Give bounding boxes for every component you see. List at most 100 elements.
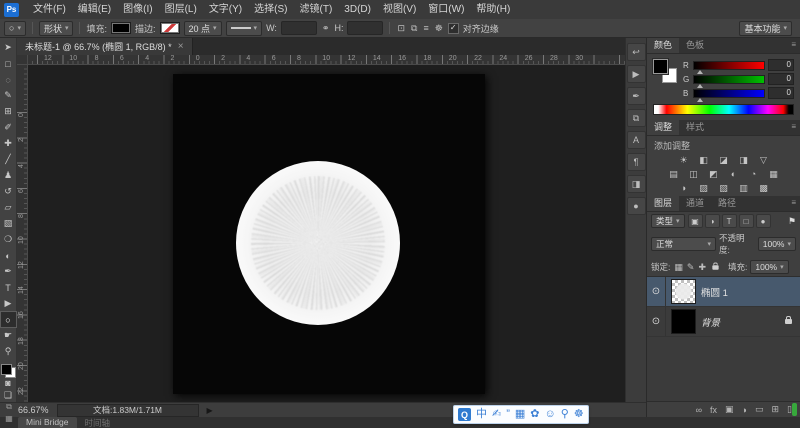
menu-image[interactable]: 图像(I)	[117, 0, 158, 19]
zoom-level-field[interactable]: 66.67%	[18, 405, 49, 415]
stroke-width-select[interactable]: 20 点 ▾	[183, 20, 222, 36]
fill-swatch[interactable]	[111, 22, 131, 34]
stroke-style-select[interactable]: ▾	[225, 20, 263, 36]
lock-all-icon[interactable]	[712, 262, 719, 270]
menu-window[interactable]: 窗口(W)	[422, 0, 470, 19]
new-adjustment-layer-icon[interactable]: ◑	[742, 405, 747, 415]
path-selection-tool[interactable]: ▶	[1, 296, 16, 311]
visibility-cell[interactable]: ⊙	[647, 277, 666, 306]
new-layer-icon[interactable]: ⊞	[772, 404, 780, 415]
tool-mode-select[interactable]: 形状 ▾	[38, 20, 74, 36]
menu-view[interactable]: 视图(V)	[377, 0, 422, 19]
filter-adjustment-layers-icon[interactable]: ◑	[704, 214, 720, 228]
slider-thumb-icon[interactable]	[697, 68, 703, 74]
tab-swatches[interactable]: 色板	[679, 38, 711, 53]
menu-help[interactable]: 帮助(H)	[470, 0, 516, 19]
gear-icon[interactable]: ☸	[434, 23, 444, 34]
lock-transparency-icon[interactable]: ▦	[673, 262, 684, 273]
posterize-icon[interactable]: ▨	[696, 182, 711, 194]
color-spectrum-ramp[interactable]	[653, 104, 794, 115]
path-arrangement-icon[interactable]: ≡	[422, 23, 429, 33]
skin-icon[interactable]: ✿	[530, 406, 539, 423]
properties-panel-icon[interactable]: ◨	[626, 175, 646, 193]
quick-mask-button[interactable]: ◙	[1, 378, 16, 389]
tab-color[interactable]: 颜色	[647, 38, 680, 53]
search-icon[interactable]: ⚲	[561, 406, 569, 423]
new-group-icon[interactable]: ▭	[755, 404, 764, 415]
move-tool[interactable]: ➤	[1, 40, 16, 55]
healing-brush-tool[interactable]: ✚	[1, 136, 16, 151]
channel-slider[interactable]	[693, 60, 765, 74]
filter-smart-objects-icon[interactable]: ●	[755, 214, 771, 228]
eraser-tool[interactable]: ▱	[1, 200, 16, 215]
color-balance-icon[interactable]: ◫	[686, 168, 701, 180]
menu-type[interactable]: 文字(Y)	[203, 0, 248, 19]
threshold-icon[interactable]: ▧	[716, 182, 731, 194]
lock-pixels-icon[interactable]: ✎	[686, 262, 696, 273]
marquee-tool[interactable]: □	[1, 56, 16, 71]
levels-icon[interactable]: ◧	[696, 154, 711, 166]
tab-layers[interactable]: 图层	[647, 196, 680, 211]
foreground-color-swatch[interactable]	[0, 364, 12, 375]
layer-row[interactable]: ⊙ 背景	[647, 307, 800, 337]
handwriting-icon[interactable]: ✍	[492, 406, 501, 423]
slider-thumb-icon[interactable]	[697, 96, 703, 102]
type-tool[interactable]: T	[1, 280, 16, 295]
document-tab[interactable]: 未标题-1 @ 66.7% (椭圆 1, RGB/8) * ×	[17, 38, 193, 55]
tab-channels[interactable]: 通道	[679, 196, 711, 211]
brush-tool[interactable]: ╱	[1, 152, 16, 167]
panel-menu-icon[interactable]: ≡	[791, 38, 800, 53]
tab-paths[interactable]: 路径	[711, 196, 743, 211]
menu-file[interactable]: 文件(F)	[27, 0, 72, 19]
layer-filter-kind-select[interactable]: 类型 ▾	[651, 214, 685, 228]
menu-edit[interactable]: 编辑(E)	[72, 0, 117, 19]
filter-pixel-layers-icon[interactable]: ▣	[687, 214, 703, 228]
curves-icon[interactable]: ◪	[716, 154, 731, 166]
quick-selection-tool[interactable]: ✎	[1, 88, 16, 103]
workspace-switcher-button[interactable]: 基本功能 ▾	[739, 20, 792, 36]
filter-shape-layers-icon[interactable]: □	[738, 214, 754, 228]
blend-mode-select[interactable]: 正常 ▾	[651, 237, 716, 251]
timeline-button[interactable]: 时间轴	[85, 417, 111, 428]
punctuation-icon[interactable]: ”	[506, 406, 510, 423]
close-icon[interactable]: ×	[178, 41, 184, 52]
document-size-info[interactable]: 文档:1.83M/1.71M	[56, 403, 199, 417]
exposure-icon[interactable]: ◨	[736, 154, 751, 166]
tool-preset-picker[interactable]: ○ ▾	[4, 20, 26, 36]
add-layer-mask-icon[interactable]: ▣	[725, 404, 734, 415]
eye-icon[interactable]: ⊙	[652, 316, 660, 327]
visibility-cell[interactable]: ⊙	[647, 307, 666, 336]
hue-saturation-icon[interactable]: ▤	[666, 168, 681, 180]
tab-adjustments[interactable]: 调整	[647, 120, 680, 135]
foreground-color-swatch[interactable]	[653, 59, 668, 74]
tool-presets-panel-icon[interactable]: ✒	[626, 87, 646, 105]
dodge-tool[interactable]: ◐	[1, 248, 16, 263]
tab-styles[interactable]: 样式	[679, 120, 711, 135]
brightness-contrast-icon[interactable]: ☀	[676, 154, 691, 166]
menu-3d[interactable]: 3D(D)	[338, 0, 377, 19]
path-alignment-icon[interactable]: ⧉	[410, 23, 418, 34]
photo-filter-icon[interactable]: ◐	[726, 168, 741, 180]
panel-menu-icon[interactable]: ≡	[791, 120, 800, 135]
input-mode-icon[interactable]: 中	[476, 406, 487, 423]
mini-bridge-panel-icon[interactable]: ⧉	[6, 402, 12, 412]
ps-logo-icon[interactable]: Ps	[4, 2, 19, 17]
filter-type-layers-icon[interactable]: T	[721, 214, 737, 228]
height-input[interactable]	[347, 21, 384, 35]
actions-panel-icon[interactable]: ▶	[626, 65, 646, 83]
info-panel-icon[interactable]: ●	[626, 197, 646, 215]
character-panel-icon[interactable]: A	[626, 131, 646, 149]
stroke-swatch[interactable]	[159, 22, 180, 34]
crop-tool[interactable]: ⊞	[1, 104, 16, 119]
layer-row[interactable]: ⊙ 椭圆 1	[647, 277, 800, 307]
zoom-tool[interactable]: ⚲	[1, 344, 16, 359]
link-layers-icon[interactable]: ∞	[696, 405, 702, 415]
pen-tool[interactable]: ✒	[1, 264, 16, 279]
hand-tool[interactable]: ☛	[1, 328, 16, 343]
opacity-select[interactable]: 100% ▾	[757, 237, 796, 251]
width-input[interactable]	[280, 21, 317, 35]
channel-value[interactable]: 0	[768, 59, 794, 71]
slider-thumb-icon[interactable]	[697, 82, 703, 88]
layer-thumbnail[interactable]	[671, 279, 696, 304]
link-dimensions-icon[interactable]: ⚭	[321, 23, 331, 34]
